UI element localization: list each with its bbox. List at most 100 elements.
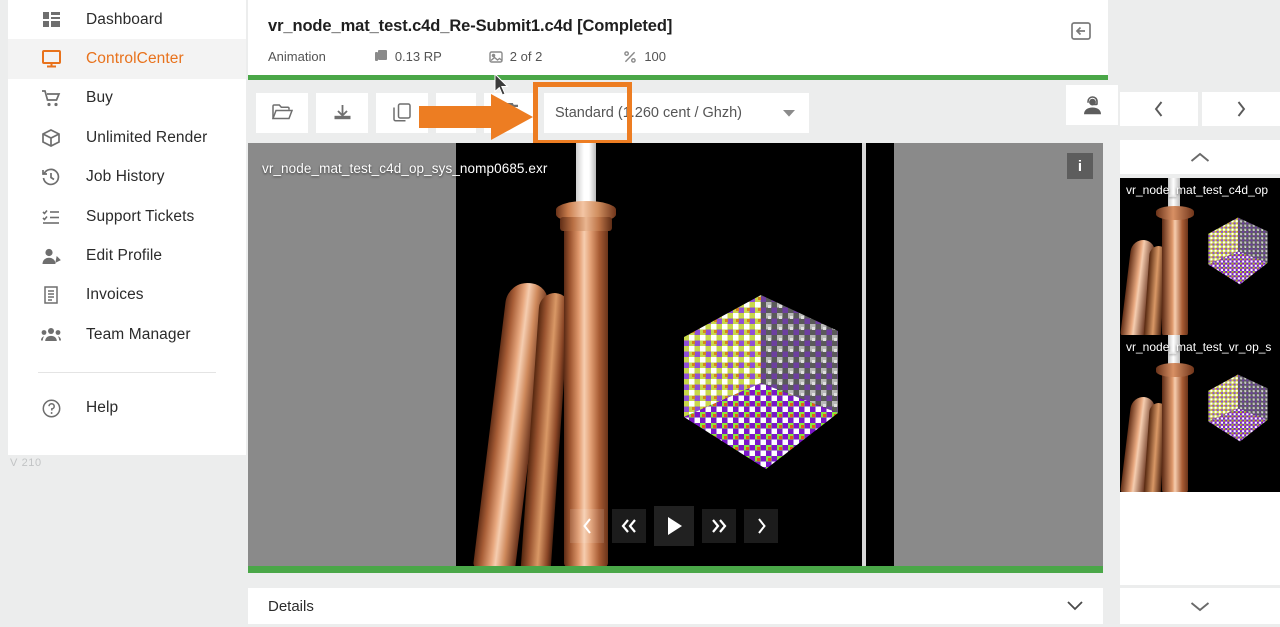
dashboard-icon xyxy=(38,9,64,31)
sidebar-item-unlimited-render[interactable]: Unlimited Render xyxy=(8,118,246,157)
percent-icon xyxy=(622,50,638,64)
sidebar-item-job-history[interactable]: Job History xyxy=(8,158,246,197)
chevron-left-icon xyxy=(582,518,591,534)
sidebar-item-help[interactable]: Help xyxy=(8,389,246,428)
thumbnail-label: vr_node_mat_test_c4d_op xyxy=(1126,183,1269,197)
folder-open-icon xyxy=(271,104,293,120)
sidebar-item-edit-profile[interactable]: Edit Profile xyxy=(8,236,246,275)
question-circle-icon xyxy=(38,397,64,419)
download-icon xyxy=(334,104,350,119)
chevron-down-icon xyxy=(783,109,795,117)
list-icon xyxy=(38,206,64,228)
headset-user-icon xyxy=(1083,96,1101,115)
list-item[interactable]: vr_node_mat_test_vr_op_s xyxy=(1120,335,1280,492)
job-meta-row: Animation 0.13 RP 2 of 2 100 xyxy=(268,49,666,64)
copy-icon xyxy=(393,103,411,122)
sidebar-item-label: Support Tickets xyxy=(86,207,195,225)
thumb-collar xyxy=(1156,363,1194,377)
render-price-select[interactable]: Standard (1.260 cent / Ghzh) xyxy=(544,92,809,133)
history-icon xyxy=(38,166,64,188)
details-label: Details xyxy=(268,597,314,615)
image-icon xyxy=(488,50,504,64)
collapse-panel-button[interactable] xyxy=(1065,16,1097,46)
play-icon xyxy=(667,517,682,535)
previous-frame-button[interactable] xyxy=(570,509,604,543)
sidebar-item-label: Invoices xyxy=(86,286,144,304)
thumb-cube-icon xyxy=(1208,217,1268,285)
thumb-cube-icon xyxy=(1208,374,1268,442)
chevron-up-icon xyxy=(1190,152,1210,162)
sidebar-item-label: Dashboard xyxy=(86,10,163,28)
delete-button[interactable] xyxy=(484,92,536,133)
list-item[interactable]: vr_node_mat_test_c4d_op xyxy=(1120,178,1280,335)
job-header: vr_node_mat_test.c4d_Re-Submit1.c4d [Com… xyxy=(248,0,1108,80)
sidebar-item-label: Team Manager xyxy=(86,325,191,343)
double-chevron-left-icon xyxy=(621,519,636,533)
thumb-collar xyxy=(1156,206,1194,220)
open-folder-button[interactable] xyxy=(256,92,308,133)
stack-icon xyxy=(373,50,389,64)
chevron-right-icon xyxy=(1237,101,1246,117)
sidebar-item-label: Edit Profile xyxy=(86,247,163,265)
sidebar-item-buy[interactable]: Buy xyxy=(8,79,246,118)
details-accordion[interactable]: Details xyxy=(248,588,1103,624)
info-icon: i xyxy=(1077,157,1083,175)
rendered-frame-image xyxy=(456,143,894,566)
fast-rewind-button[interactable] xyxy=(612,509,646,543)
sidebar-item-controlcenter[interactable]: ControlCenter xyxy=(8,39,246,79)
app-version: V 210 xyxy=(10,457,42,469)
thumbnail-label: vr_node_mat_test_vr_op_s xyxy=(1126,340,1272,354)
frame-count-value: 2 of 2 xyxy=(509,49,543,64)
previous-job-button[interactable] xyxy=(1120,92,1198,126)
progress-percent: 100 xyxy=(622,49,666,64)
white-pipe-segment xyxy=(576,143,596,207)
sidebar-item-label: Unlimited Render xyxy=(86,128,208,146)
render-price-select-label: Standard (1.260 cent / Ghzh) xyxy=(555,104,742,121)
mouse-cursor-icon xyxy=(494,73,509,96)
control-center-page: Dashboard ControlCenter Buy Unlimited Re… xyxy=(0,0,1280,627)
play-button[interactable] xyxy=(654,506,694,546)
monitor-icon xyxy=(38,48,64,70)
job-detail-panel: vr_node_mat_test.c4d_Re-Submit1.c4d [Com… xyxy=(248,0,1118,627)
chevron-down-icon xyxy=(1067,601,1083,611)
swap-arrows-icon xyxy=(447,105,465,120)
copy-button[interactable] xyxy=(376,92,428,133)
scroll-up-button[interactable] xyxy=(1120,140,1280,174)
swap-button[interactable] xyxy=(436,92,476,133)
page-title: vr_node_mat_test.c4d_Re-Submit1.c4d [Com… xyxy=(268,17,673,35)
sidebar-item-dashboard[interactable]: Dashboard xyxy=(8,0,246,39)
thumb-copper-main xyxy=(1162,216,1188,335)
fast-forward-button[interactable] xyxy=(702,509,736,543)
textured-cube-object xyxy=(684,295,838,469)
chevron-down-icon xyxy=(1190,601,1210,611)
cart-icon xyxy=(38,87,64,109)
frame-viewer[interactable]: vr_node_mat_test_c4d_op_sys_nomp0685.exr… xyxy=(248,143,1103,573)
invoice-icon xyxy=(38,284,64,306)
job-type-label: Animation xyxy=(268,49,326,64)
support-account-button[interactable] xyxy=(1066,85,1118,125)
copper-pipe-collar-inner xyxy=(560,217,612,231)
sidebar-item-label: Help xyxy=(86,399,119,417)
scroll-down-button[interactable] xyxy=(1120,588,1280,624)
sidebar-item-support-tickets[interactable]: Support Tickets xyxy=(8,197,246,236)
trash-icon xyxy=(502,102,518,123)
thumbnail-list: vr_node_mat_test_c4d_op vr_node_mat_test… xyxy=(1120,178,1280,585)
team-icon xyxy=(38,324,64,346)
thumb-copper-main xyxy=(1162,373,1188,492)
frame-divider-line xyxy=(862,143,866,566)
next-job-button[interactable] xyxy=(1202,92,1280,126)
collapse-panel-icon xyxy=(1071,22,1091,40)
render-points: 0.13 RP xyxy=(373,49,442,64)
next-frame-button[interactable] xyxy=(744,509,778,543)
chevron-left-icon xyxy=(1154,101,1163,117)
info-button[interactable]: i xyxy=(1067,153,1093,179)
download-button[interactable] xyxy=(316,92,368,133)
sidebar-item-team-manager[interactable]: Team Manager xyxy=(8,315,246,354)
frame-count: 2 of 2 xyxy=(488,49,543,64)
sidebar-divider xyxy=(38,371,216,373)
frame-pager xyxy=(1120,92,1280,126)
sidebar-item-invoices[interactable]: Invoices xyxy=(8,276,246,315)
chevron-right-icon xyxy=(757,518,766,534)
job-toolbar: Standard (1.260 cent / Ghzh) xyxy=(248,73,1118,145)
main-sidebar: Dashboard ControlCenter Buy Unlimited Re… xyxy=(8,0,246,455)
